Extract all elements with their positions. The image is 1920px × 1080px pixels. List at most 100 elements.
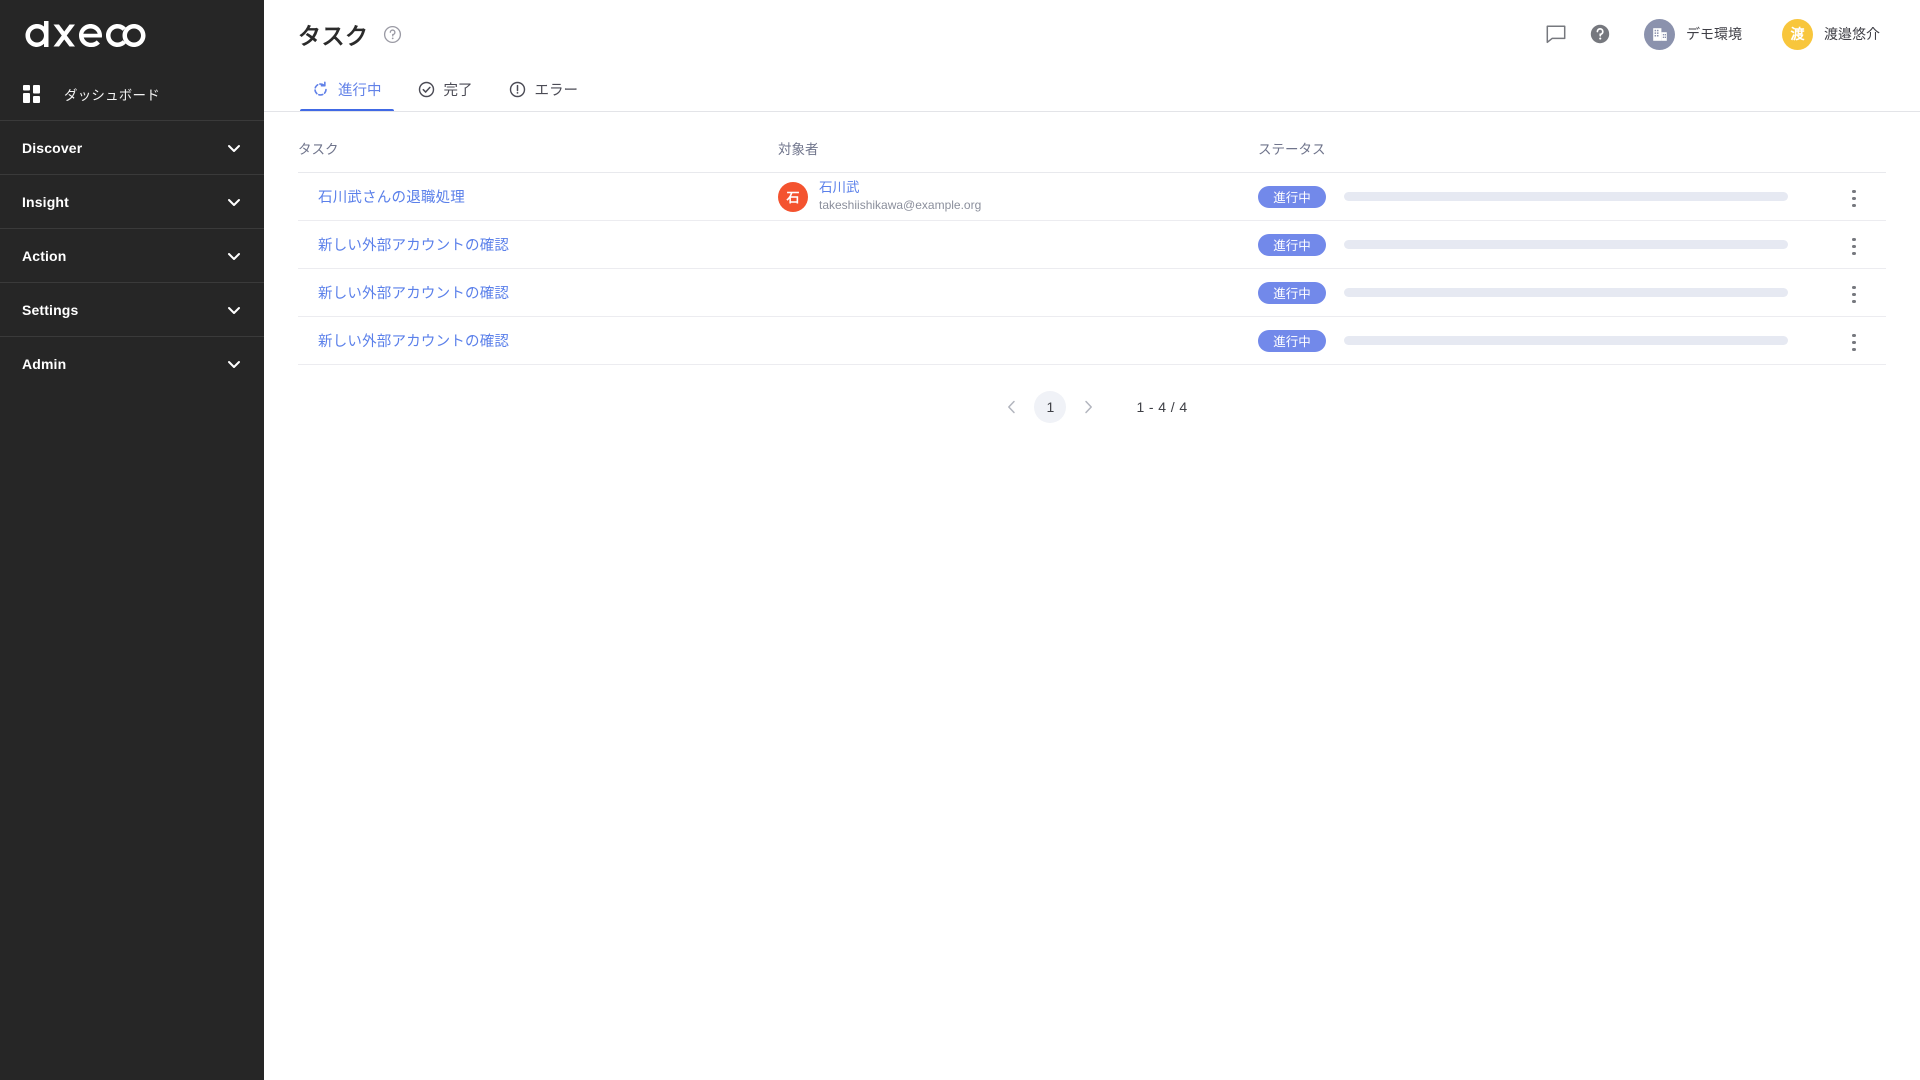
- tab-in-progress-label: 進行中: [338, 82, 382, 99]
- row-menu-cell: [1802, 172, 1886, 221]
- status-group: 進行中: [1258, 185, 1802, 208]
- building-icon: [1652, 28, 1667, 41]
- task-link[interactable]: 新しい外部アカウントの確認: [318, 286, 509, 302]
- pagination: 1 1 - 4 / 4: [298, 365, 1886, 423]
- table-row: 石川武さんの退職処理 石 石川武 takeshiishikawa@example…: [298, 172, 1886, 221]
- sidebar-item-dashboard[interactable]: ダッシュボード: [0, 68, 264, 120]
- exclamation-circle-icon: [509, 81, 525, 97]
- chevron-down-icon: [228, 252, 240, 260]
- tab-error-label: エラー: [534, 82, 579, 99]
- progress-bar: [1344, 288, 1788, 297]
- sidebar-item-action-label: Action: [22, 247, 67, 264]
- sidebar: ダッシュボード Discover Insight Action Settings…: [0, 0, 264, 1080]
- kebab-menu-icon[interactable]: [1840, 281, 1868, 309]
- status-group: 進行中: [1258, 281, 1802, 304]
- column-header-menu: [1802, 112, 1886, 173]
- row-menu-cell: [1802, 268, 1886, 317]
- page-title: タスク: [298, 23, 369, 49]
- environment-avatar: [1644, 18, 1675, 50]
- sidebar-item-dashboard-label: ダッシュボード: [64, 88, 160, 103]
- task-cell: 新しい外部アカウントの確認: [298, 268, 778, 317]
- help-circle-icon: [1590, 24, 1610, 44]
- grid-icon: [23, 85, 40, 103]
- status-group: 進行中: [1258, 233, 1802, 256]
- environment-selector[interactable]: デモ環境: [1638, 15, 1748, 54]
- task-cell: 新しい外部アカウントの確認: [298, 220, 778, 269]
- target-cell: [778, 316, 1258, 365]
- sidebar-item-settings[interactable]: Settings: [0, 282, 264, 336]
- sidebar-item-insight[interactable]: Insight: [0, 174, 264, 228]
- environment-label: デモ環境: [1686, 26, 1742, 42]
- status-cell: 進行中: [1258, 268, 1802, 317]
- status-badge: 進行中: [1258, 185, 1326, 208]
- target-empty: [778, 230, 1258, 260]
- task-link[interactable]: 新しい外部アカウントの確認: [318, 238, 509, 254]
- sidebar-item-action[interactable]: Action: [0, 228, 264, 282]
- chat-bubble-icon: [1546, 25, 1566, 44]
- pagination-range-label: 1 - 4 / 4: [1136, 399, 1188, 415]
- kebab-menu-icon[interactable]: [1840, 233, 1868, 261]
- chevron-down-icon: [228, 198, 240, 206]
- help-button[interactable]: [1578, 12, 1622, 56]
- tab-error[interactable]: エラー: [491, 67, 597, 111]
- target-empty: [778, 326, 1258, 356]
- tasks-table: タスク 対象者 ステータス 石川武さんの退職処理 石 石川武 takeshiis…: [298, 112, 1886, 365]
- task-link[interactable]: 新しい外部アカウントの確認: [318, 334, 509, 350]
- user-name: 渡邉悠介: [1824, 26, 1880, 42]
- status-cell: 進行中: [1258, 220, 1802, 269]
- tasks-table-body: 石川武さんの退職処理 石 石川武 takeshiishikawa@example…: [298, 172, 1886, 365]
- content-area: タスク 対象者 ステータス 石川武さんの退職処理 石 石川武 takeshiis…: [264, 112, 1920, 1080]
- target-texts: 石川武 takeshiishikawa@example.org: [819, 180, 981, 213]
- pagination-prev-button[interactable]: [996, 391, 1028, 423]
- tab-completed-label: 完了: [443, 82, 473, 99]
- target-name[interactable]: 石川武: [819, 180, 981, 197]
- kebab-menu-icon[interactable]: [1840, 185, 1868, 213]
- target-cell: [778, 220, 1258, 269]
- sidebar-item-discover[interactable]: Discover: [0, 120, 264, 174]
- table-header-row: タスク 対象者 ステータス: [298, 112, 1886, 173]
- sidebar-item-admin-label: Admin: [22, 355, 67, 372]
- top-bar: タスク デモ環境 渡 渡邉悠介: [264, 0, 1920, 68]
- chevron-down-icon: [228, 360, 240, 368]
- sidebar-item-admin[interactable]: Admin: [0, 336, 264, 390]
- pagination-next-button[interactable]: [1072, 391, 1104, 423]
- table-row: 新しい外部アカウントの確認 進行中: [298, 268, 1886, 317]
- task-cell: 石川武さんの退職処理: [298, 172, 778, 221]
- refresh-icon: [314, 81, 327, 96]
- chat-button[interactable]: [1534, 12, 1578, 56]
- main-area: タスク デモ環境 渡 渡邉悠介 進行中 完了 エラー タスク 対象者 ステータス…: [264, 0, 1920, 1080]
- status-badge: 進行中: [1258, 233, 1326, 256]
- target-cell: 石 石川武 takeshiishikawa@example.org: [778, 172, 1258, 221]
- tab-bar: 進行中 完了 エラー: [264, 68, 1920, 112]
- tab-completed[interactable]: 完了: [400, 67, 491, 111]
- column-header-target: 対象者: [778, 112, 1258, 173]
- avatar: 渡: [1782, 18, 1813, 50]
- status-group: 進行中: [1258, 329, 1802, 352]
- avatar: 石: [778, 181, 808, 212]
- progress-bar: [1344, 240, 1788, 249]
- row-menu-cell: [1802, 316, 1886, 365]
- pagination-page-1[interactable]: 1: [1034, 391, 1067, 423]
- tab-in-progress[interactable]: 進行中: [294, 67, 400, 111]
- column-header-task: タスク: [298, 112, 778, 173]
- row-menu-cell: [1802, 220, 1886, 269]
- target-email: takeshiishikawa@example.org: [819, 197, 982, 212]
- task-link[interactable]: 石川武さんの退職処理: [318, 190, 465, 206]
- chevron-down-icon: [228, 306, 240, 314]
- target-cell: [778, 268, 1258, 317]
- topbar-actions: デモ環境 渡 渡邉悠介: [1534, 12, 1886, 56]
- app-root: ダッシュボード Discover Insight Action Settings…: [0, 0, 1920, 1080]
- column-header-status: ステータス: [1258, 112, 1802, 173]
- sidebar-item-settings-label: Settings: [22, 301, 79, 318]
- status-cell: 進行中: [1258, 172, 1802, 221]
- progress-bar: [1344, 192, 1788, 201]
- chevron-down-icon: [228, 144, 240, 152]
- table-row: 新しい外部アカウントの確認 進行中: [298, 316, 1886, 365]
- brand-logo[interactable]: [0, 0, 264, 68]
- user-menu[interactable]: 渡 渡邉悠介: [1776, 15, 1886, 54]
- question-circle-icon[interactable]: [383, 25, 402, 44]
- status-badge: 進行中: [1258, 329, 1326, 352]
- kebab-menu-icon[interactable]: [1840, 329, 1868, 357]
- chevron-left-icon: [1008, 400, 1016, 414]
- progress-bar: [1344, 336, 1788, 345]
